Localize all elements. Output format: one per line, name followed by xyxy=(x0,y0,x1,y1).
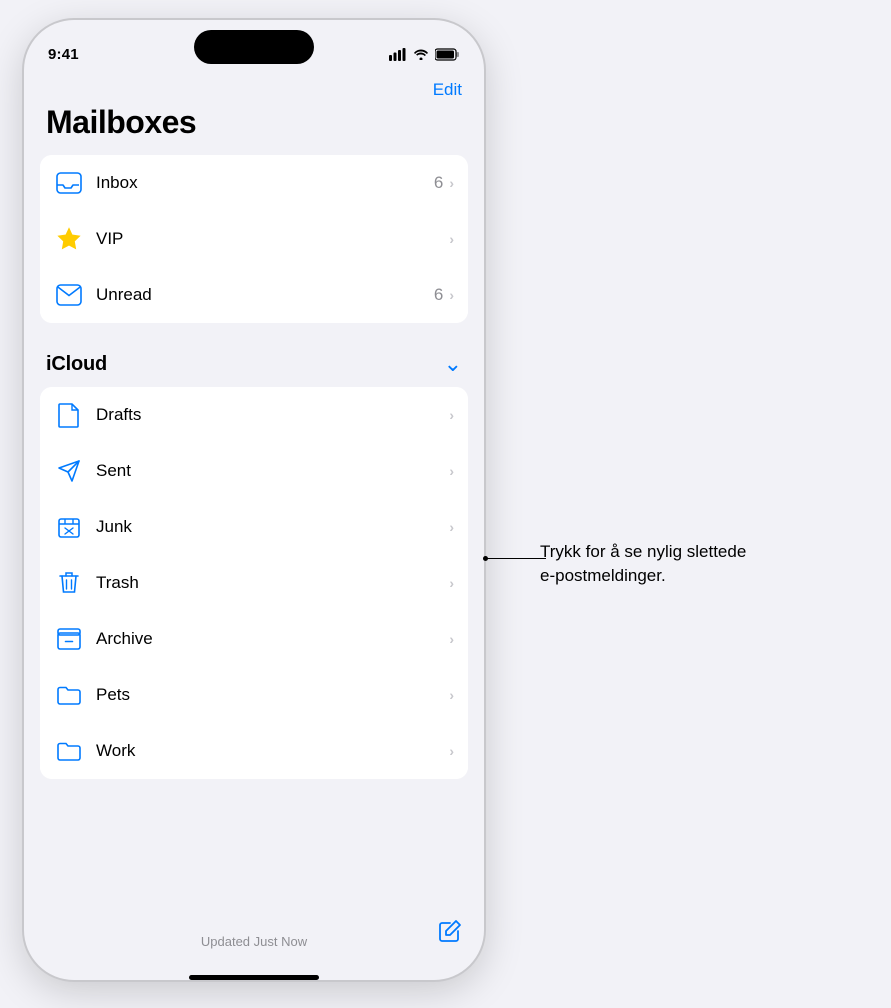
vip-icon xyxy=(54,224,84,254)
pets-label: Pets xyxy=(96,685,449,705)
inbox-chevron: › xyxy=(449,175,454,191)
pets-row[interactable]: Pets › xyxy=(40,667,468,723)
icloud-toggle[interactable]: ⌄ xyxy=(444,351,462,377)
junk-label: Junk xyxy=(96,517,449,537)
status-time: 9:41 xyxy=(48,46,79,63)
trash-chevron: › xyxy=(449,575,454,591)
work-chevron: › xyxy=(449,743,454,759)
drafts-icon xyxy=(54,400,84,430)
sent-icon xyxy=(54,456,84,486)
unread-row[interactable]: Unread 6 › xyxy=(40,267,468,323)
status-icons xyxy=(389,48,460,61)
compose-button[interactable] xyxy=(438,919,462,949)
junk-chevron: › xyxy=(449,519,454,535)
edit-button[interactable]: Edit xyxy=(433,80,462,100)
vip-row[interactable]: VIP › xyxy=(40,211,468,267)
home-indicator xyxy=(189,975,319,980)
inbox-label: Inbox xyxy=(96,173,434,193)
archive-icon xyxy=(54,624,84,654)
drafts-row[interactable]: Drafts › xyxy=(40,387,468,443)
updated-text: Updated Just Now xyxy=(201,934,307,949)
signal-icon xyxy=(389,48,407,61)
unread-chevron: › xyxy=(449,287,454,303)
icloud-title: iCloud xyxy=(46,353,107,376)
bottom-bar: Updated Just Now xyxy=(24,924,484,969)
battery-icon xyxy=(435,48,460,61)
vip-chevron: › xyxy=(449,231,454,247)
pets-chevron: › xyxy=(449,687,454,703)
unread-label: Unread xyxy=(96,285,434,305)
smart-mailboxes-card: Inbox 6 › VIP › xyxy=(40,155,468,323)
drafts-chevron: › xyxy=(449,407,454,423)
work-folder-icon xyxy=(54,736,84,766)
archive-chevron: › xyxy=(449,631,454,647)
annotation-dot xyxy=(483,556,488,561)
content-area: Edit Mailboxes Inbox 6 › xyxy=(24,74,484,980)
top-bar: Edit xyxy=(24,74,484,100)
junk-row[interactable]: Junk › xyxy=(40,499,468,555)
wifi-icon xyxy=(413,48,429,60)
unread-icon xyxy=(54,280,84,310)
dynamic-island xyxy=(194,30,314,64)
vip-label: VIP xyxy=(96,229,443,249)
unread-count: 6 xyxy=(434,285,443,305)
work-row[interactable]: Work › xyxy=(40,723,468,779)
annotation-text: Trykk for å se nylig slettedee-postmeldi… xyxy=(540,540,746,588)
archive-row[interactable]: Archive › xyxy=(40,611,468,667)
trash-icon xyxy=(54,568,84,598)
trash-label: Trash xyxy=(96,573,449,593)
sent-chevron: › xyxy=(449,463,454,479)
drafts-label: Drafts xyxy=(96,405,449,425)
icloud-folders-card: Drafts › Sent › xyxy=(40,387,468,779)
page-title: Mailboxes xyxy=(24,100,484,155)
pets-folder-icon xyxy=(54,680,84,710)
archive-label: Archive xyxy=(96,629,449,649)
inbox-icon xyxy=(54,168,84,198)
trash-row[interactable]: Trash › xyxy=(40,555,468,611)
annotation-line xyxy=(486,558,546,559)
sent-row[interactable]: Sent › xyxy=(40,443,468,499)
inbox-count: 6 xyxy=(434,173,443,193)
inbox-row[interactable]: Inbox 6 › xyxy=(40,155,468,211)
sent-label: Sent xyxy=(96,461,449,481)
status-bar: 9:41 xyxy=(24,20,484,74)
work-label: Work xyxy=(96,741,449,761)
phone-frame: 9:41 Edit xyxy=(24,20,484,980)
junk-icon xyxy=(54,512,84,542)
icloud-section-header: iCloud ⌄ xyxy=(24,341,484,387)
